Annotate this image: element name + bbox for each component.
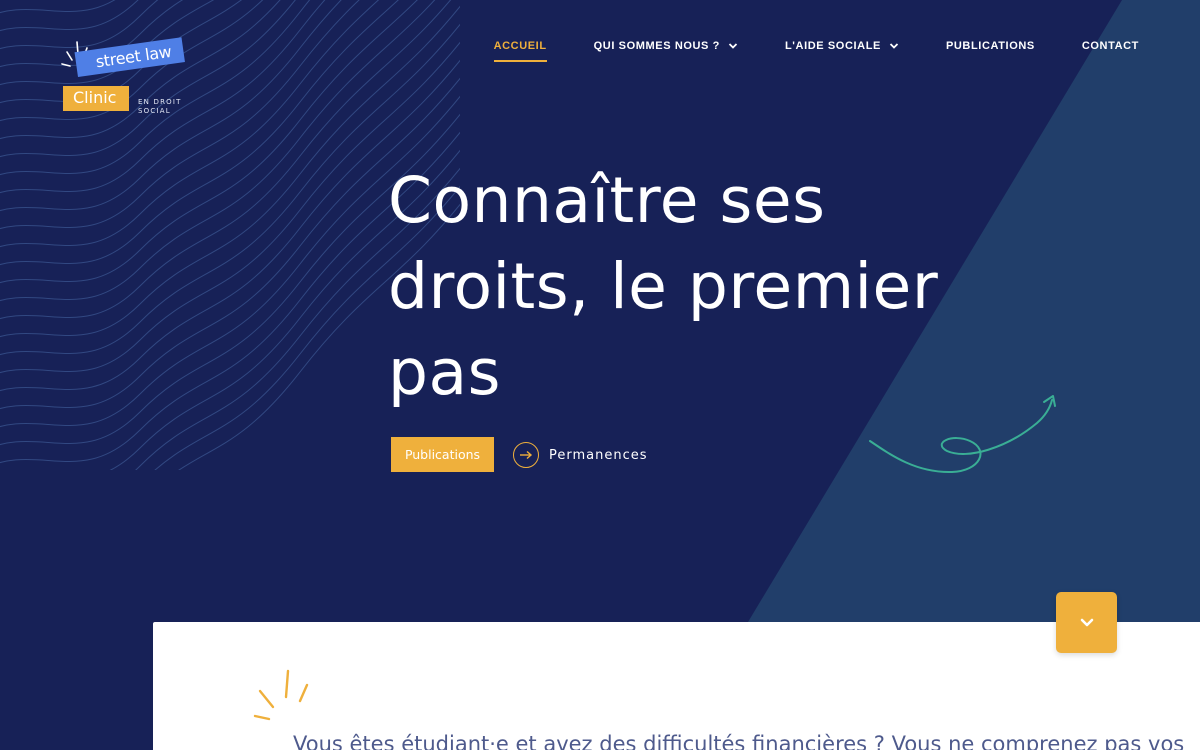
permanences-link[interactable]: Permanences <box>513 442 648 468</box>
hero-title-line2: droits, le premier <box>388 250 939 323</box>
main-nav: ACCUEIL QUI SOMMES NOUS ? L'AIDE SOCIALE… <box>493 38 1139 62</box>
logo-subtitle-line1: EN DROIT <box>138 98 182 106</box>
nav-item-label: QUI SOMMES NOUS ? <box>593 40 720 52</box>
chevron-down-icon <box>889 43 899 49</box>
nav-item-publications[interactable]: PUBLICATIONS <box>946 38 1035 54</box>
nav-item-contact[interactable]: CONTACT <box>1082 38 1139 54</box>
nav-item-label: PUBLICATIONS <box>945 40 1035 52</box>
hero-title-line1: Connaître ses <box>388 164 826 237</box>
nav-item-label: CONTACT <box>1081 40 1139 52</box>
nav-item-label: L'AIDE SOCIALE <box>784 40 881 52</box>
squiggle-arrow-icon <box>869 395 1056 474</box>
hero-title: Connaître ses droits, le premier pas <box>388 158 1008 416</box>
permanences-link-label: Permanences <box>549 447 648 463</box>
arrow-right-circle-icon <box>513 442 539 468</box>
nav-item-accueil[interactable]: ACCUEIL <box>493 38 547 62</box>
wave-line <box>0 0 116 14</box>
rays-icon <box>253 669 309 721</box>
logo-subtitle-line2: SOCIAL <box>138 107 171 115</box>
intro-text: Vous êtes étudiant·e et avez des difficu… <box>293 732 1185 750</box>
scroll-down-button[interactable] <box>1056 592 1117 653</box>
wave-line <box>0 0 139 32</box>
nav-item-label: ACCUEIL <box>493 40 547 52</box>
publications-button[interactable]: Publications <box>391 437 494 472</box>
chevron-down-icon <box>728 43 738 49</box>
street-law-clinic-logo[interactable]: street law Clinic EN DROIT SOCIAL <box>58 37 198 128</box>
intro-card: Vous êtes étudiant·e et avez des difficu… <box>153 622 1200 750</box>
nav-item-aide-sociale[interactable]: L'AIDE SOCIALE <box>785 38 899 54</box>
logo-clinic-text: Clinic <box>63 86 129 111</box>
hero-title-line3: pas <box>388 336 501 409</box>
nav-item-qui-sommes-nous[interactable]: QUI SOMMES NOUS ? <box>594 38 738 54</box>
chevron-down-icon <box>1080 618 1093 626</box>
logo-subtitle: EN DROIT SOCIAL <box>138 98 198 116</box>
